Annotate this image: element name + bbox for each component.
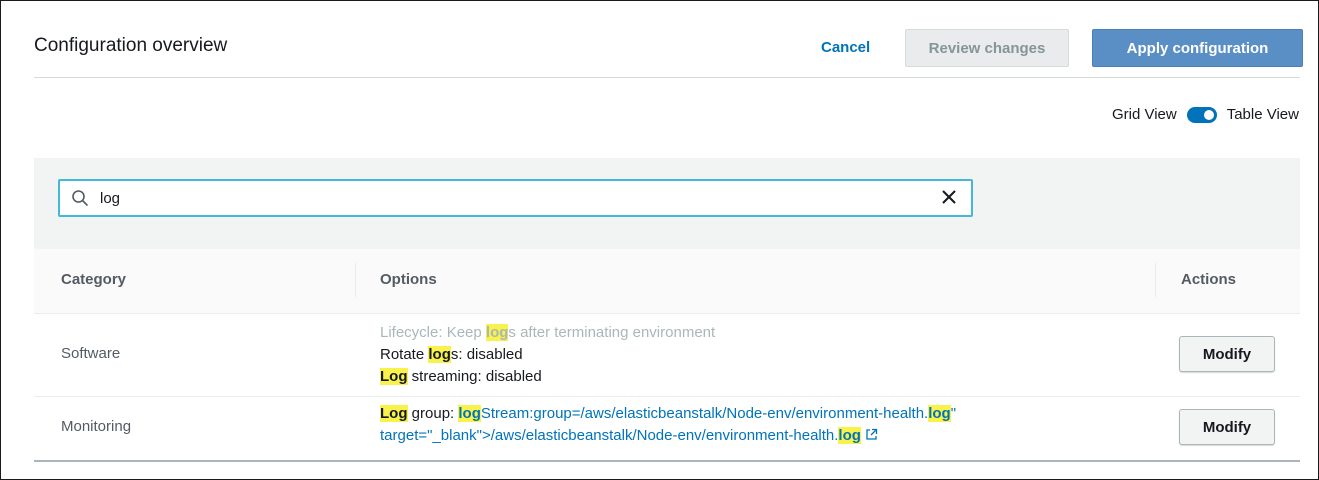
option-line: Lifecycle: Keep logs after terminating e…	[380, 324, 716, 341]
column-header-category: Category	[61, 271, 127, 288]
option-line: Rotate logs: disabled	[380, 346, 523, 363]
options-cell: Log group: logStream:group=/aws/elasticb…	[380, 403, 956, 447]
cancel-button[interactable]: Cancel	[821, 39, 870, 56]
options-cell: Lifecycle: Keep logs after terminating e…	[380, 322, 715, 388]
header-bar: Configuration overview Cancel Review cha…	[34, 27, 1303, 78]
configuration-overview-panel: Configuration overview Cancel Review cha…	[0, 0, 1319, 480]
category-cell: Monitoring	[61, 418, 132, 435]
column-divider	[1155, 263, 1156, 297]
search-icon	[72, 190, 88, 206]
external-link-icon[interactable]	[865, 428, 878, 441]
column-header-actions: Actions	[1181, 271, 1237, 288]
search-highlight: log	[428, 346, 451, 363]
search-band	[34, 158, 1300, 249]
search-highlight: log	[485, 324, 509, 341]
toggle-knob	[1203, 109, 1214, 120]
option-line: Log group: logStream:group=/aws/elasticb…	[380, 405, 957, 422]
search-highlight: Log	[380, 368, 408, 385]
table-header: Category Options Actions	[34, 249, 1300, 314]
apply-configuration-button[interactable]: Apply configuration	[1092, 29, 1303, 67]
table-view-label: Table View	[1226, 106, 1299, 123]
log-group-link-continued[interactable]: target="_blank">/aws/elasticbeanstalk/No…	[380, 427, 861, 444]
log-group-link[interactable]: logStream:group=/aws/elasticbeanstalk/No…	[458, 405, 956, 422]
column-header-options: Options	[380, 271, 437, 288]
search-highlight: Log	[380, 405, 408, 422]
option-line: Log streaming: disabled	[380, 368, 542, 385]
table-row: Monitoring Log group: logStream:group=/a…	[34, 397, 1300, 462]
table-row: Software Lifecycle: Keep logs after term…	[34, 314, 1300, 397]
option-line: target="_blank">/aws/elasticbeanstalk/No…	[380, 425, 956, 447]
modify-button-monitoring[interactable]: Modify	[1179, 409, 1275, 445]
view-toggle: Grid View Table View	[1112, 106, 1299, 123]
options-table: Category Options Actions Software Lifecy…	[34, 249, 1300, 462]
grid-view-label: Grid View	[1111, 106, 1177, 123]
review-changes-button[interactable]: Review changes	[905, 29, 1069, 67]
modify-button-software[interactable]: Modify	[1179, 336, 1275, 372]
page-title: Configuration overview	[34, 35, 228, 56]
close-icon[interactable]	[939, 187, 959, 207]
view-toggle-switch[interactable]	[1186, 106, 1217, 123]
category-cell: Software	[61, 345, 121, 362]
column-divider	[355, 263, 356, 297]
search-input[interactable]	[100, 186, 880, 210]
search-box[interactable]	[58, 179, 973, 217]
